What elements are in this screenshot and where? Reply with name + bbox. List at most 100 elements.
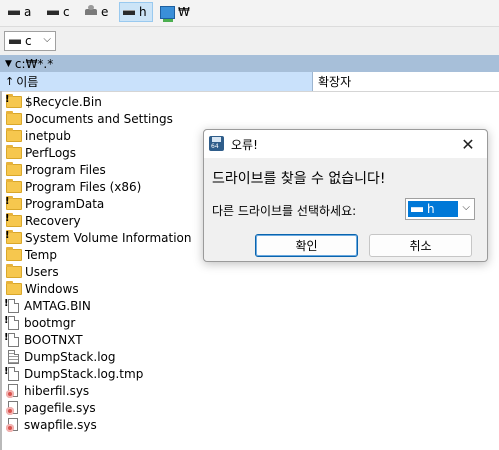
drive-button-h[interactable]: h (119, 2, 153, 22)
file-name: Windows (25, 281, 79, 296)
system-file-icon (6, 417, 20, 432)
selected-drive-letter: h (427, 202, 435, 216)
hard-disk-icon (8, 9, 20, 15)
file-name: ProgramData (25, 196, 105, 211)
folder-icon (6, 144, 22, 159)
file-row[interactable]: Documents and Settings (6, 110, 173, 127)
file-row[interactable]: System Volume Information (5, 229, 192, 246)
file-row[interactable]: Program Files (x86) (6, 178, 141, 195)
hard-disk-icon (47, 9, 59, 15)
file-icon (4, 298, 19, 313)
file-icon (4, 332, 19, 347)
network-drive-icon (160, 5, 175, 22)
file-row[interactable]: swapfile.sys (6, 416, 97, 433)
error-message: 드라이브를 찾을 수 없습니다! (212, 171, 386, 187)
optical-drive-icon (85, 5, 97, 15)
folder-icon (5, 195, 22, 210)
folder-icon (6, 110, 22, 125)
chevron-down-icon: ⌵ (43, 34, 51, 45)
folder-icon (5, 93, 22, 108)
chevron-down-icon: ⌵ (462, 202, 470, 213)
hard-disk-icon (123, 9, 135, 15)
drive-toolbar: a c e h ₩ (0, 0, 499, 26)
current-path: c:₩*.* (14, 56, 54, 71)
drive-combo[interactable]: c ⌵ (4, 31, 56, 51)
file-name: DumpStack.log.tmp (24, 366, 144, 381)
file-row[interactable]: AMTAG.BIN (4, 297, 91, 314)
folder-icon (6, 161, 22, 176)
file-name: Documents and Settings (25, 111, 173, 126)
file-row[interactable]: bootmgr (4, 314, 76, 331)
file-row[interactable]: hiberfil.sys (6, 382, 89, 399)
file-name: PerfLogs (25, 145, 77, 160)
file-row[interactable]: DumpStack.log.tmp (4, 365, 144, 382)
close-icon[interactable]: ✕ (455, 132, 481, 156)
ok-button[interactable]: 확인 (255, 234, 358, 257)
file-name: Program Files (x86) (25, 179, 142, 194)
drive-button-a[interactable]: a (5, 2, 34, 22)
file-name: pagefile.sys (24, 400, 96, 415)
drive-letter: ₩ (178, 5, 190, 19)
drive-select-bar: c ⌵ (0, 26, 499, 56)
drive-button-e[interactable]: e (82, 2, 111, 22)
file-row[interactable]: inetpub (6, 127, 71, 144)
folder-icon (6, 127, 22, 142)
folder-icon (6, 280, 22, 295)
folder-icon (6, 263, 22, 278)
ext-column-label: 확장자 (318, 75, 352, 89)
file-row[interactable]: BOOTNXT (4, 331, 83, 348)
select-drive-label: 다른 드라이브를 선택하세요: (212, 204, 357, 218)
file-icon (4, 366, 19, 381)
text-file-icon (8, 349, 19, 364)
path-bar: ▼ c:₩*.* (0, 55, 499, 72)
file-name: inetpub (25, 128, 71, 143)
file-name: $Recycle.Bin (25, 94, 102, 109)
file-name: DumpStack.log (24, 349, 116, 364)
folder-icon (5, 212, 22, 227)
name-column-label: 이름 (16, 75, 39, 89)
name-column-header[interactable]: ↑ 이름 (0, 72, 313, 91)
dialog-title: 오류! (231, 138, 258, 152)
drive-letter: e (101, 5, 109, 19)
file-row[interactable]: Windows (6, 280, 79, 297)
ext-column-header[interactable]: 확장자 (318, 72, 351, 91)
file-name: hiberfil.sys (24, 383, 90, 398)
drive-button-network[interactable]: ₩ (157, 2, 193, 22)
file-name: swapfile.sys (24, 417, 97, 432)
file-row[interactable]: pagefile.sys (6, 399, 96, 416)
file-row[interactable]: $Recycle.Bin (5, 93, 102, 110)
file-row[interactable]: Recovery (5, 212, 81, 229)
cancel-button[interactable]: 취소 (369, 234, 472, 257)
selected-drive: h (408, 201, 458, 217)
column-header: ↑ 이름 확장자 (0, 72, 499, 92)
dialog-titlebar: 오류! ✕ (204, 130, 487, 158)
folder-icon (6, 178, 22, 193)
hard-disk-icon (9, 38, 21, 44)
drive-letter: c (63, 5, 70, 19)
dialog-drive-combo[interactable]: h ⌵ (405, 198, 475, 220)
file-row[interactable]: PerfLogs (6, 144, 76, 161)
drive-letter: a (24, 5, 32, 19)
hard-disk-icon (411, 206, 423, 212)
drive-letter: h (139, 5, 147, 19)
sort-up-icon: ↑ (5, 75, 15, 88)
file-row[interactable]: Program Files (6, 161, 106, 178)
app-floppy-icon (209, 136, 224, 151)
file-row[interactable]: Temp (6, 246, 57, 263)
drive-button-c[interactable]: c (44, 2, 73, 22)
folder-icon (5, 229, 22, 244)
folder-icon (6, 246, 22, 261)
file-name: Recovery (25, 213, 81, 228)
file-name: Temp (25, 247, 57, 262)
file-icon (4, 315, 19, 330)
file-name: bootmgr (24, 315, 76, 330)
dialog-body: 드라이브를 찾을 수 없습니다! 다른 드라이브를 선택하세요: h ⌵ 확인 … (204, 158, 487, 261)
file-row[interactable]: Users (6, 263, 59, 280)
file-row[interactable]: DumpStack.log (6, 348, 115, 365)
drive-combo-value: c (25, 34, 32, 48)
caret-down-icon[interactable]: ▼ (5, 59, 12, 69)
file-row[interactable]: ProgramData (5, 195, 105, 212)
file-name: System Volume Information (25, 230, 192, 245)
system-file-icon (6, 400, 20, 415)
system-file-icon (6, 383, 20, 398)
